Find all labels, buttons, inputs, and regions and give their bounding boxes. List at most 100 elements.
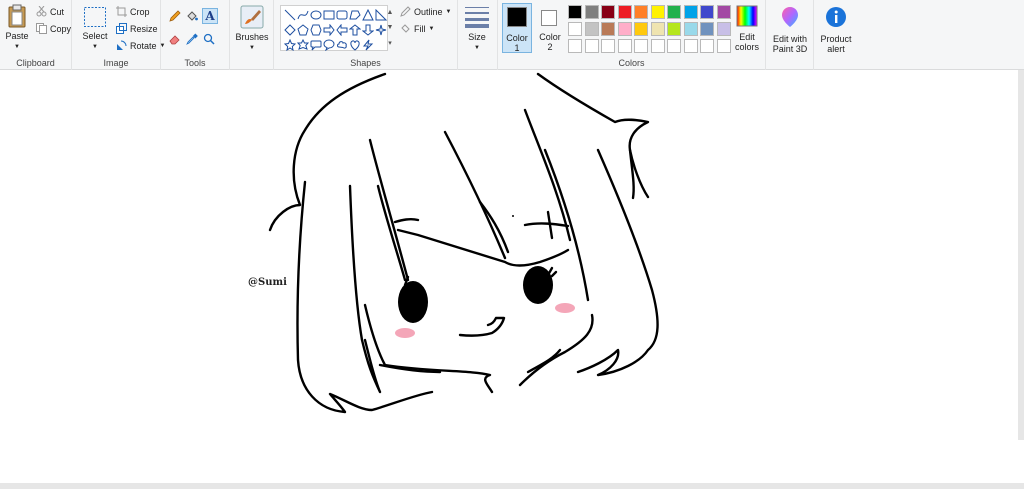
fill-bucket-icon[interactable] (186, 10, 198, 22)
six-point-star-shape-icon[interactable] (296, 37, 309, 52)
resize-label: Resize (130, 23, 158, 34)
palette-swatch[interactable] (568, 22, 582, 36)
pencil-icon[interactable] (169, 10, 181, 22)
lightning-shape-icon[interactable] (361, 37, 374, 52)
edit-colors-label: Edit colors (734, 32, 759, 52)
size-button[interactable]: Size ▼ (462, 5, 492, 51)
curve-shape-icon[interactable] (296, 7, 309, 22)
palette-swatch[interactable] (634, 39, 648, 53)
palette-swatch[interactable] (650, 39, 665, 53)
polygon-shape-icon[interactable] (348, 7, 361, 22)
color2-button[interactable]: Color 2 (535, 3, 565, 53)
rounded-callout-shape-icon[interactable] (309, 37, 322, 52)
palette-swatch[interactable] (601, 22, 615, 36)
oval-shape-icon[interactable] (309, 7, 322, 22)
palette-swatch[interactable] (568, 39, 582, 53)
shapes-scroll[interactable]: ▲ ▼ ▾ (386, 5, 394, 51)
cut-button[interactable]: Cut (36, 6, 64, 17)
left-arrow-shape-icon[interactable] (335, 22, 348, 37)
select-label: Select (82, 31, 108, 41)
chibi-drawing (268, 72, 659, 414)
palette-swatch[interactable] (650, 22, 665, 36)
heart-shape-icon[interactable] (348, 37, 361, 52)
palette-swatch[interactable] (617, 39, 632, 53)
rounded-rectangle-shape-icon[interactable] (335, 7, 348, 22)
palette-swatch[interactable] (700, 22, 714, 36)
down-arrow-shape-icon[interactable] (361, 22, 374, 37)
line-width-icon (465, 7, 489, 28)
outline-button[interactable]: Outline ▼ (400, 6, 451, 17)
select-button[interactable]: Select ▼ (80, 6, 110, 50)
edit-colors-button[interactable]: Edit colors (730, 5, 764, 55)
scroll-up-icon[interactable]: ▲ (387, 9, 394, 16)
brushes-button[interactable]: Brushes ▼ (232, 5, 272, 51)
pentagon-shape-icon[interactable] (296, 22, 309, 37)
paste-icon (8, 4, 26, 28)
palette-swatch[interactable] (584, 39, 599, 53)
diamond-shape-icon[interactable] (283, 22, 296, 37)
fill-dropdown-icon[interactable]: ▼ (429, 26, 435, 32)
line-shape-icon[interactable] (283, 7, 296, 22)
select-rectangle-icon (84, 7, 106, 27)
size-dropdown-icon[interactable]: ▼ (474, 45, 480, 51)
eraser-icon[interactable] (169, 33, 181, 45)
palette-swatch[interactable] (700, 39, 714, 53)
brush-icon (240, 5, 264, 29)
palette-swatch[interactable] (584, 5, 599, 19)
product-alert-group: Product alert (814, 0, 858, 70)
brushes-dropdown-icon[interactable]: ▼ (249, 45, 255, 51)
crop-button[interactable]: Crop (116, 6, 150, 17)
palette-swatch[interactable] (700, 5, 714, 19)
shapes-gallery (280, 5, 388, 51)
product-alert-button[interactable]: Product alert (814, 5, 858, 55)
palette-swatch[interactable] (634, 5, 648, 19)
palette-swatch[interactable] (667, 22, 681, 36)
triangle-shape-icon[interactable] (361, 7, 374, 22)
palette-swatch[interactable] (667, 5, 681, 19)
five-point-star-shape-icon[interactable] (283, 37, 296, 52)
hexagon-shape-icon[interactable] (309, 22, 322, 37)
palette-swatch[interactable] (617, 5, 632, 19)
palette-swatch[interactable] (634, 22, 648, 36)
rotate-button[interactable]: Rotate ▼ (116, 40, 165, 51)
expand-gallery-icon[interactable]: ▾ (388, 39, 392, 47)
palette-swatch[interactable] (568, 5, 582, 19)
resize-icon (116, 23, 127, 34)
text-a-icon: A (205, 9, 215, 23)
vertical-scrollbar[interactable] (1018, 70, 1024, 440)
select-dropdown-icon[interactable]: ▼ (92, 44, 98, 50)
palette-swatch[interactable] (650, 5, 665, 19)
color-picker-icon[interactable] (186, 33, 198, 45)
palette-swatch[interactable] (683, 39, 698, 53)
palette-swatch[interactable] (601, 5, 615, 19)
palette-swatch[interactable] (716, 5, 731, 19)
resize-button[interactable]: Resize (116, 23, 158, 34)
paste-dropdown-icon[interactable]: ▼ (14, 44, 20, 50)
palette-swatch[interactable] (617, 22, 632, 36)
outline-dropdown-icon[interactable]: ▼ (446, 9, 452, 15)
palette-swatch[interactable] (601, 39, 615, 53)
up-arrow-shape-icon[interactable] (348, 22, 361, 37)
oval-callout-shape-icon[interactable] (322, 37, 335, 52)
cloud-callout-shape-icon[interactable] (335, 37, 348, 52)
palette-swatch[interactable] (683, 22, 698, 36)
palette-swatch[interactable] (683, 5, 698, 19)
text-tool-button[interactable]: A (202, 8, 218, 24)
clipboard-group-label: Clipboard (16, 58, 55, 68)
edit-with-paint3d-button[interactable]: Edit with Paint 3D (766, 5, 814, 55)
palette-swatch[interactable] (716, 22, 731, 36)
copy-button[interactable]: Copy (36, 23, 71, 34)
paste-button[interactable]: Paste ▼ (4, 4, 30, 50)
horizontal-scrollbar[interactable] (0, 483, 1024, 489)
scroll-down-icon[interactable]: ▼ (387, 24, 394, 31)
rectangle-shape-icon[interactable] (322, 7, 335, 22)
colors-group-label: Colors (618, 58, 645, 68)
fill-button[interactable]: Fill ▼ (400, 23, 434, 34)
color1-button[interactable]: Color 1 (502, 3, 532, 53)
palette-swatch[interactable] (584, 22, 599, 36)
palette-swatch[interactable] (667, 39, 681, 53)
magnifier-icon[interactable] (203, 33, 215, 45)
right-arrow-shape-icon[interactable] (322, 22, 335, 37)
drawing-canvas[interactable]: @Sumi (0, 70, 1024, 489)
palette-swatch[interactable] (716, 39, 731, 53)
